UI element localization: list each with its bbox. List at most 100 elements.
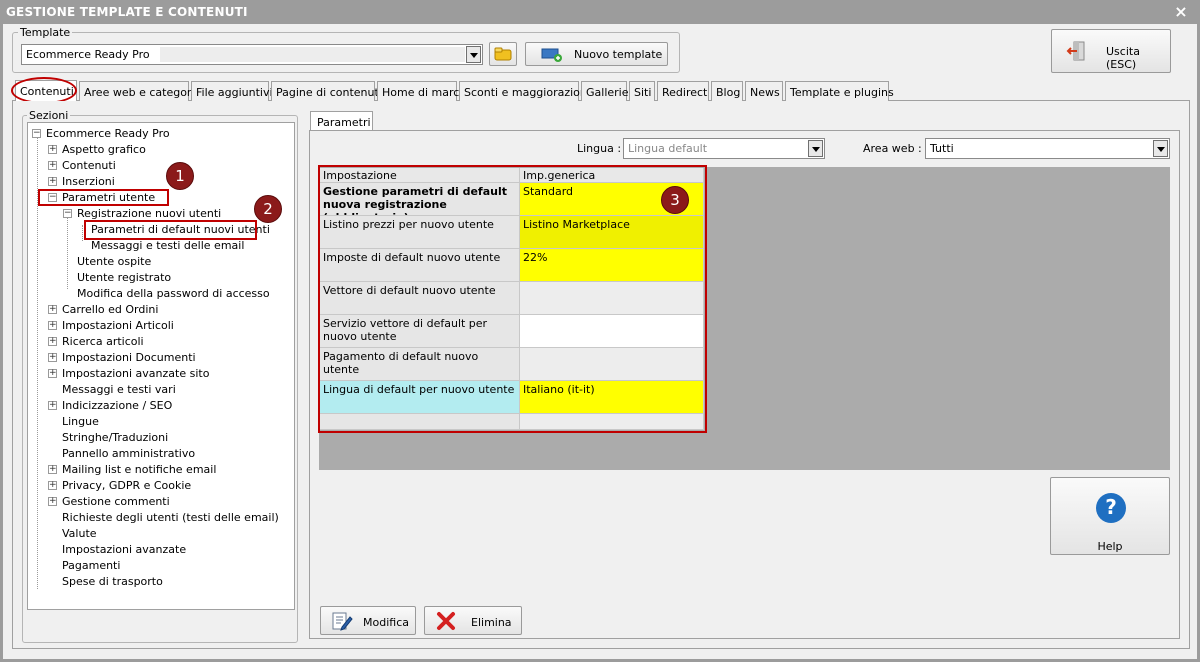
- delete-label: Elimina: [471, 616, 512, 629]
- tree-item-label: Indicizzazione / SEO: [62, 399, 173, 412]
- tree-item[interactable]: Stringhe/Traduzioni: [62, 431, 168, 445]
- expand-icon[interactable]: +: [48, 353, 57, 362]
- collapse-icon[interactable]: −: [32, 129, 41, 138]
- tree-item-label: Pannello amministrativo: [62, 447, 196, 460]
- edit-label: Modifica: [363, 616, 409, 629]
- language-select[interactable]: Lingua default: [623, 138, 825, 159]
- tree-item-label: Privacy, GDPR e Cookie: [62, 479, 192, 492]
- expand-icon[interactable]: +: [48, 145, 57, 154]
- tree-item-label: Impostazioni Documenti: [62, 351, 196, 364]
- tree-item-label: Ecommerce Ready Pro: [46, 127, 170, 140]
- tab-template-plugins[interactable]: Template e plugins: [785, 81, 894, 101]
- collapse-icon[interactable]: −: [63, 209, 72, 218]
- template-select[interactable]: Ecommerce Ready Pro: [21, 44, 483, 65]
- help-glyph: ?: [1105, 495, 1117, 519]
- template-select-blurred: [160, 47, 465, 62]
- tab-label: Pagine di contenuti: [276, 86, 382, 99]
- expand-icon[interactable]: +: [48, 401, 57, 410]
- tab-parametri[interactable]: Parametri: [310, 111, 373, 131]
- tab-label: News: [750, 86, 780, 99]
- edit-button[interactable]: Modifica: [320, 606, 416, 635]
- tab-label: Home di marca: [382, 86, 467, 99]
- window-title: GESTIONE TEMPLATE E CONTENUTI: [6, 5, 248, 19]
- tree-item[interactable]: Valute: [62, 527, 97, 541]
- tree-item[interactable]: Messaggi e testi vari: [62, 383, 176, 397]
- expand-icon[interactable]: +: [48, 497, 57, 506]
- edit-icon: [332, 612, 353, 631]
- close-icon[interactable]: ×: [1172, 3, 1190, 21]
- tree-item[interactable]: Impostazioni avanzate: [62, 543, 186, 557]
- tree-item[interactable]: Lingue: [62, 415, 99, 429]
- tab-aree-web[interactable]: Aree web e categorie: [79, 81, 201, 101]
- expand-icon[interactable]: +: [48, 465, 57, 474]
- tree-item[interactable]: Richieste degli utenti (testi delle emai…: [62, 511, 279, 525]
- tree-item-label: Impostazioni avanzate sito: [62, 367, 210, 380]
- exit-button[interactable]: Uscita (ESC): [1051, 29, 1171, 73]
- expand-icon[interactable]: +: [48, 305, 57, 314]
- tab-label: Aree web e categorie: [84, 86, 202, 99]
- tree-item[interactable]: Utente registrato: [77, 271, 171, 285]
- title-bar: GESTIONE TEMPLATE E CONTENUTI ×: [0, 0, 1200, 24]
- tree-item-label: Messaggi e testi vari: [62, 383, 176, 396]
- tree-item-label: Pagamenti: [62, 559, 121, 572]
- tab-label: File aggiuntivi: [196, 86, 273, 99]
- tree-item-label: Aspetto grafico: [62, 143, 146, 156]
- tab-label: Blog: [716, 86, 741, 99]
- tree-line: [67, 209, 68, 289]
- chevron-down-icon[interactable]: [1153, 140, 1168, 157]
- new-template-button[interactable]: Nuovo template: [525, 42, 668, 66]
- expand-icon[interactable]: +: [48, 161, 57, 170]
- tree-item[interactable]: Pagamenti: [62, 559, 120, 573]
- callout-badge-3: 3: [661, 186, 689, 214]
- expand-icon[interactable]: +: [48, 369, 57, 378]
- exit-door-icon: [1066, 41, 1085, 61]
- tab-file-aggiuntivi[interactable]: File aggiuntivi: [191, 81, 273, 101]
- tree-item-label: Ricerca articoli: [62, 335, 144, 348]
- tab-label: Siti: [634, 86, 652, 99]
- tab-label: Parametri: [317, 116, 371, 129]
- template-select-value: Ecommerce Ready Pro: [26, 48, 150, 61]
- tab-siti[interactable]: Siti: [629, 81, 655, 101]
- expand-icon[interactable]: +: [48, 177, 57, 186]
- tree-item-label: Contenuti: [62, 159, 116, 172]
- chevron-down-icon[interactable]: [808, 140, 823, 157]
- delete-button[interactable]: Elimina: [424, 606, 522, 635]
- parametri-default-callout: [84, 220, 257, 240]
- callout-badge-1: 1: [166, 162, 194, 190]
- area-web-select[interactable]: Tutti: [925, 138, 1170, 159]
- tree-item-label: Richieste degli utenti (testi delle emai…: [62, 511, 279, 524]
- new-template-icon: [541, 48, 562, 62]
- help-button[interactable]: ? Help: [1050, 477, 1170, 555]
- tab-news[interactable]: News: [745, 81, 783, 101]
- delete-x-icon: [437, 612, 455, 630]
- tree-item[interactable]: Messaggi e testi delle email: [91, 239, 244, 253]
- expand-icon[interactable]: +: [48, 337, 57, 346]
- tab-label: Template e plugins: [790, 86, 894, 99]
- language-value: Lingua default: [628, 142, 708, 155]
- expand-icon[interactable]: +: [48, 321, 57, 330]
- tree-item-label: Impostazioni Articoli: [62, 319, 174, 332]
- folder-icon: [494, 47, 512, 61]
- tree-item-label: Carrello ed Ordini: [62, 303, 159, 316]
- chevron-down-icon[interactable]: [466, 46, 481, 63]
- tree-item[interactable]: Pannello amministrativo: [62, 447, 195, 461]
- tab-redirect[interactable]: Redirect: [657, 81, 709, 101]
- expand-icon[interactable]: +: [48, 481, 57, 490]
- tab-home-marca[interactable]: Home di marca: [377, 81, 466, 101]
- tree-item[interactable]: Utente ospite: [77, 255, 151, 269]
- parametri-utente-callout: [38, 189, 169, 206]
- tab-sconti[interactable]: Sconti e maggiorazioni: [459, 81, 590, 101]
- tree-item[interactable]: Spese di trasporto: [62, 575, 163, 589]
- tree-item[interactable]: Modifica della password di accesso: [77, 287, 270, 301]
- exit-label: Uscita (ESC): [1106, 45, 1140, 71]
- tab-pagine-contenuti[interactable]: Pagine di contenuti: [271, 81, 382, 101]
- area-web-value: Tutti: [930, 142, 954, 155]
- tab-blog[interactable]: Blog: [711, 81, 743, 101]
- tree-item-label: Utente ospite: [77, 255, 152, 268]
- tree-line: [82, 225, 83, 241]
- open-folder-button[interactable]: [489, 42, 517, 66]
- tab-gallerie[interactable]: Gallerie: [581, 81, 629, 101]
- tree-item-label: Messaggi e testi delle email: [91, 239, 245, 252]
- tree-item-label: Inserzioni: [62, 175, 115, 188]
- tree-item-label: Stringhe/Traduzioni: [62, 431, 169, 444]
